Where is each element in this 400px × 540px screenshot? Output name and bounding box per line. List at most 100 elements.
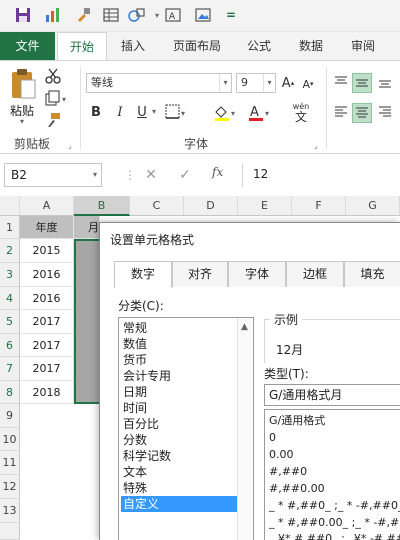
tab-review[interactable]: 审阅: [340, 32, 386, 60]
selected-range[interactable]: [74, 239, 100, 404]
format-code-item[interactable]: G/通用格式: [269, 414, 325, 428]
tab-file[interactable]: 文件: [0, 32, 55, 60]
font-launcher-icon[interactable]: ⌟: [314, 141, 318, 150]
format-code-item[interactable]: _ * #,##0.00_ ;_ * -#,##0.00_: [269, 516, 400, 530]
font-color-icon[interactable]: A ▾: [246, 103, 274, 123]
text-box-icon[interactable]: A: [164, 6, 182, 24]
confirm-entry-icon[interactable]: ✓: [174, 166, 196, 184]
category-list[interactable]: 常规 数值 货币 会计专用 日期 时间 百分比 分数 科学记数 文本 特殊 自定…: [118, 317, 254, 540]
align-right-icon[interactable]: [376, 103, 394, 121]
tab-data[interactable]: 数据: [288, 32, 334, 60]
align-top-icon[interactable]: [332, 73, 350, 91]
align-bottom-icon[interactable]: [376, 73, 394, 91]
category-item-date[interactable]: 日期: [121, 384, 237, 400]
row-header[interactable]: 10: [0, 428, 20, 451]
row-header[interactable]: 1: [0, 216, 20, 239]
column-header-a[interactable]: A: [20, 196, 74, 216]
row-header[interactable]: 7: [0, 357, 20, 381]
font-name-select[interactable]: 等线 ▾: [86, 73, 232, 93]
format-code-item[interactable]: 0.00: [269, 448, 294, 462]
row-header[interactable]: 5: [0, 310, 20, 334]
select-all-corner[interactable]: [0, 196, 20, 216]
name-box[interactable]: B2 ▾: [4, 163, 102, 187]
phonetic-guide-button[interactable]: wén 文: [288, 101, 314, 123]
category-item-fraction[interactable]: 分数: [121, 432, 237, 448]
table-cell[interactable]: 2015: [20, 239, 74, 263]
category-item-number[interactable]: 数值: [121, 336, 237, 352]
fill-color-icon[interactable]: ▾: [212, 103, 240, 123]
underline-button[interactable]: U: [134, 103, 150, 121]
paste-dropdown-icon[interactable]: ▾: [20, 117, 24, 126]
cancel-entry-icon[interactable]: ✕: [140, 166, 162, 184]
increase-font-size-button[interactable]: A ▴: [280, 73, 296, 93]
format-code-item[interactable]: _ * #,##0_ ;_ * -#,##0_ ;_ *: [269, 499, 400, 513]
tab-border[interactable]: 边框: [286, 261, 344, 287]
tab-page-layout[interactable]: 页面布局: [164, 32, 230, 60]
row-header[interactable]: 6: [0, 334, 20, 357]
formula-input[interactable]: 12: [242, 163, 400, 187]
row-header[interactable]: [0, 523, 20, 540]
clipboard-icon[interactable]: [8, 67, 38, 103]
table-header-cell[interactable]: 月: [74, 216, 100, 239]
tab-formulas[interactable]: 公式: [236, 32, 282, 60]
row-header[interactable]: 13: [0, 499, 20, 523]
category-item-currency[interactable]: 货币: [121, 352, 237, 368]
column-header-g[interactable]: G: [346, 196, 400, 216]
insert-function-icon[interactable]: fx: [212, 165, 223, 179]
type-input[interactable]: G/通用格式月: [264, 384, 400, 406]
italic-button[interactable]: I: [112, 103, 128, 121]
form-icon[interactable]: [102, 6, 120, 24]
align-center-icon[interactable]: [352, 103, 372, 123]
tab-fill[interactable]: 填充: [344, 261, 400, 287]
row-header[interactable]: 12: [0, 475, 20, 499]
table-cell[interactable]: 2016: [20, 263, 74, 287]
table-cell[interactable]: 2017: [20, 357, 74, 381]
tab-alignment[interactable]: 对齐: [172, 261, 228, 287]
column-header-c[interactable]: C: [130, 196, 184, 216]
row-header[interactable]: 8: [0, 381, 20, 404]
align-middle-icon[interactable]: [352, 73, 372, 93]
table-cell[interactable]: 2018: [20, 381, 74, 404]
clipboard-launcher-icon[interactable]: ⌟: [68, 141, 72, 150]
row-header[interactable]: 4: [0, 287, 20, 310]
format-code-item[interactable]: 0: [269, 431, 276, 445]
table-cell[interactable]: 2017: [20, 310, 74, 334]
row-header[interactable]: 9: [0, 404, 20, 428]
table-cell[interactable]: 2017: [20, 334, 74, 357]
category-item-accounting[interactable]: 会计专用: [121, 368, 237, 384]
format-code-item[interactable]: #,##0.00: [269, 482, 325, 496]
row-header[interactable]: 3: [0, 263, 20, 287]
copy-icon[interactable]: ▾: [42, 89, 72, 107]
borders-icon[interactable]: ▾: [164, 103, 188, 121]
format-painter-icon[interactable]: [74, 6, 92, 24]
table-cell[interactable]: 2016: [20, 287, 74, 310]
shapes-icon[interactable]: [128, 6, 146, 24]
format-code-item[interactable]: #,##0: [269, 465, 307, 479]
decrease-font-size-button[interactable]: A ▾: [300, 75, 316, 93]
row-header[interactable]: 11: [0, 451, 20, 475]
cut-icon[interactable]: [44, 67, 62, 85]
underline-dropdown-icon[interactable]: ▾: [152, 107, 156, 116]
column-header-d[interactable]: D: [184, 196, 238, 216]
column-header-e[interactable]: E: [238, 196, 292, 216]
category-item-scientific[interactable]: 科学记数: [121, 448, 237, 464]
tab-home[interactable]: 开始: [57, 32, 107, 61]
tab-insert[interactable]: 插入: [110, 32, 156, 60]
category-item-text[interactable]: 文本: [121, 464, 237, 480]
category-item-general[interactable]: 常规: [121, 320, 237, 336]
chart-icon[interactable]: [44, 6, 62, 24]
format-code-list[interactable]: G/通用格式 0 0.00 #,##0 #,##0.00 _ * #,##0_ …: [264, 409, 400, 540]
column-header-b[interactable]: B: [74, 196, 130, 216]
table-header-cell[interactable]: 年度: [20, 216, 74, 239]
format-code-item[interactable]: _ ¥* #,##0_ ;_ ¥* -#,##0_ ;: [269, 532, 400, 540]
column-header-f[interactable]: F: [292, 196, 346, 216]
category-item-special[interactable]: 特殊: [121, 480, 237, 496]
category-item-time[interactable]: 时间: [121, 400, 237, 416]
category-item-percentage[interactable]: 百分比: [121, 416, 237, 432]
bold-button[interactable]: B: [88, 103, 104, 121]
align-left-icon[interactable]: [332, 103, 350, 121]
customize-toolbar-icon[interactable]: =: [222, 6, 240, 24]
save-icon[interactable]: [14, 6, 32, 24]
format-painter-icon[interactable]: [44, 111, 62, 129]
category-scrollbar[interactable]: ▲: [237, 318, 253, 540]
